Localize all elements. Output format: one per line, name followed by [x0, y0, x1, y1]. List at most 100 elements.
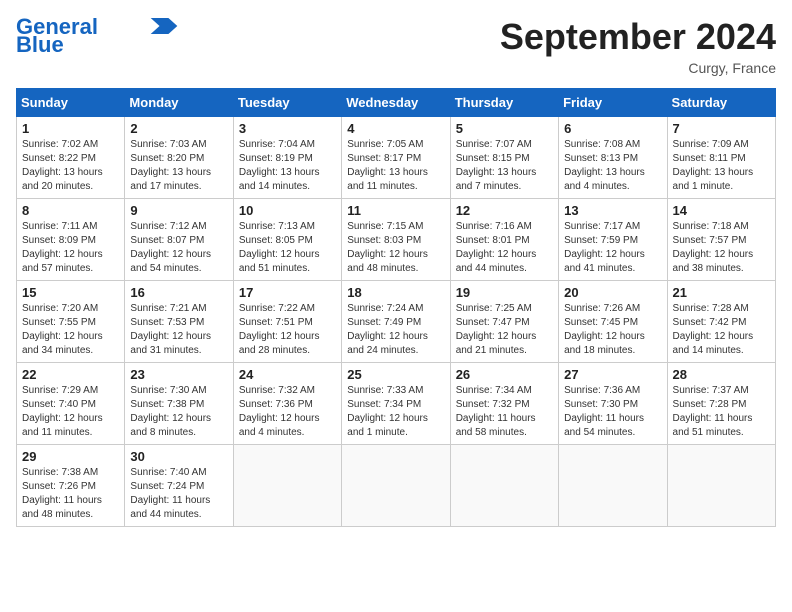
day-number: 12: [456, 203, 553, 218]
day-info: Sunrise: 7:04 AMSunset: 8:19 PMDaylight:…: [239, 139, 320, 192]
calendar-cell: 12 Sunrise: 7:16 AMSunset: 8:01 PMDaylig…: [450, 199, 558, 281]
calendar-cell: 29 Sunrise: 7:38 AMSunset: 7:26 PMDaylig…: [17, 445, 125, 527]
logo-icon: [150, 18, 178, 34]
calendar-cell: [667, 445, 775, 527]
day-info: Sunrise: 7:02 AMSunset: 8:22 PMDaylight:…: [22, 139, 103, 192]
day-info: Sunrise: 7:28 AMSunset: 7:42 PMDaylight:…: [673, 303, 754, 356]
calendar-cell: 27 Sunrise: 7:36 AMSunset: 7:30 PMDaylig…: [559, 363, 667, 445]
col-thursday: Thursday: [450, 89, 558, 117]
page-header: General Blue September 2024 Curgy, Franc…: [16, 16, 776, 76]
calendar-cell: 14 Sunrise: 7:18 AMSunset: 7:57 PMDaylig…: [667, 199, 775, 281]
day-number: 29: [22, 449, 119, 464]
day-number: 2: [130, 121, 227, 136]
calendar-cell: 5 Sunrise: 7:07 AMSunset: 8:15 PMDayligh…: [450, 117, 558, 199]
day-info: Sunrise: 7:17 AMSunset: 7:59 PMDaylight:…: [564, 221, 645, 274]
day-info: Sunrise: 7:32 AMSunset: 7:36 PMDaylight:…: [239, 385, 320, 438]
calendar-cell: 24 Sunrise: 7:32 AMSunset: 7:36 PMDaylig…: [233, 363, 341, 445]
day-number: 21: [673, 285, 770, 300]
calendar-cell: 19 Sunrise: 7:25 AMSunset: 7:47 PMDaylig…: [450, 281, 558, 363]
calendar-cell: 30 Sunrise: 7:40 AMSunset: 7:24 PMDaylig…: [125, 445, 233, 527]
day-info: Sunrise: 7:12 AMSunset: 8:07 PMDaylight:…: [130, 221, 211, 274]
calendar-cell: 18 Sunrise: 7:24 AMSunset: 7:49 PMDaylig…: [342, 281, 450, 363]
day-number: 25: [347, 367, 444, 382]
day-number: 28: [673, 367, 770, 382]
calendar-cell: 22 Sunrise: 7:29 AMSunset: 7:40 PMDaylig…: [17, 363, 125, 445]
day-info: Sunrise: 7:26 AMSunset: 7:45 PMDaylight:…: [564, 303, 645, 356]
day-info: Sunrise: 7:16 AMSunset: 8:01 PMDaylight:…: [456, 221, 537, 274]
day-number: 16: [130, 285, 227, 300]
day-number: 14: [673, 203, 770, 218]
calendar-cell: 10 Sunrise: 7:13 AMSunset: 8:05 PMDaylig…: [233, 199, 341, 281]
calendar-cell: 13 Sunrise: 7:17 AMSunset: 7:59 PMDaylig…: [559, 199, 667, 281]
month-title: September 2024: [500, 16, 776, 58]
day-info: Sunrise: 7:08 AMSunset: 8:13 PMDaylight:…: [564, 139, 645, 192]
calendar-row: 8 Sunrise: 7:11 AMSunset: 8:09 PMDayligh…: [17, 199, 776, 281]
day-number: 23: [130, 367, 227, 382]
day-info: Sunrise: 7:33 AMSunset: 7:34 PMDaylight:…: [347, 385, 428, 438]
calendar-cell: 17 Sunrise: 7:22 AMSunset: 7:51 PMDaylig…: [233, 281, 341, 363]
day-number: 20: [564, 285, 661, 300]
day-number: 7: [673, 121, 770, 136]
calendar-row: 29 Sunrise: 7:38 AMSunset: 7:26 PMDaylig…: [17, 445, 776, 527]
calendar-cell: 3 Sunrise: 7:04 AMSunset: 8:19 PMDayligh…: [233, 117, 341, 199]
day-number: 26: [456, 367, 553, 382]
calendar-cell: 21 Sunrise: 7:28 AMSunset: 7:42 PMDaylig…: [667, 281, 775, 363]
calendar-cell: 15 Sunrise: 7:20 AMSunset: 7:55 PMDaylig…: [17, 281, 125, 363]
day-number: 11: [347, 203, 444, 218]
day-info: Sunrise: 7:40 AMSunset: 7:24 PMDaylight:…: [130, 467, 210, 520]
calendar-cell: 1 Sunrise: 7:02 AMSunset: 8:22 PMDayligh…: [17, 117, 125, 199]
calendar-row: 22 Sunrise: 7:29 AMSunset: 7:40 PMDaylig…: [17, 363, 776, 445]
calendar-cell: 11 Sunrise: 7:15 AMSunset: 8:03 PMDaylig…: [342, 199, 450, 281]
day-info: Sunrise: 7:24 AMSunset: 7:49 PMDaylight:…: [347, 303, 428, 356]
logo-subtext: Blue: [16, 34, 64, 56]
calendar-cell: [342, 445, 450, 527]
day-info: Sunrise: 7:05 AMSunset: 8:17 PMDaylight:…: [347, 139, 428, 192]
calendar-table: Sunday Monday Tuesday Wednesday Thursday…: [16, 88, 776, 527]
day-info: Sunrise: 7:22 AMSunset: 7:51 PMDaylight:…: [239, 303, 320, 356]
day-number: 10: [239, 203, 336, 218]
calendar-cell: [559, 445, 667, 527]
day-number: 19: [456, 285, 553, 300]
day-info: Sunrise: 7:36 AMSunset: 7:30 PMDaylight:…: [564, 385, 644, 438]
col-saturday: Saturday: [667, 89, 775, 117]
calendar-cell: 26 Sunrise: 7:34 AMSunset: 7:32 PMDaylig…: [450, 363, 558, 445]
calendar-cell: 9 Sunrise: 7:12 AMSunset: 8:07 PMDayligh…: [125, 199, 233, 281]
day-number: 24: [239, 367, 336, 382]
day-info: Sunrise: 7:13 AMSunset: 8:05 PMDaylight:…: [239, 221, 320, 274]
col-sunday: Sunday: [17, 89, 125, 117]
calendar-row: 1 Sunrise: 7:02 AMSunset: 8:22 PMDayligh…: [17, 117, 776, 199]
calendar-row: 15 Sunrise: 7:20 AMSunset: 7:55 PMDaylig…: [17, 281, 776, 363]
logo: General Blue: [16, 16, 178, 56]
day-number: 8: [22, 203, 119, 218]
title-block: September 2024 Curgy, France: [500, 16, 776, 76]
calendar-cell: [233, 445, 341, 527]
day-number: 3: [239, 121, 336, 136]
day-info: Sunrise: 7:20 AMSunset: 7:55 PMDaylight:…: [22, 303, 103, 356]
calendar-cell: 6 Sunrise: 7:08 AMSunset: 8:13 PMDayligh…: [559, 117, 667, 199]
day-number: 1: [22, 121, 119, 136]
day-info: Sunrise: 7:03 AMSunset: 8:20 PMDaylight:…: [130, 139, 211, 192]
day-info: Sunrise: 7:30 AMSunset: 7:38 PMDaylight:…: [130, 385, 211, 438]
day-info: Sunrise: 7:37 AMSunset: 7:28 PMDaylight:…: [673, 385, 753, 438]
calendar-cell: 2 Sunrise: 7:03 AMSunset: 8:20 PMDayligh…: [125, 117, 233, 199]
day-number: 18: [347, 285, 444, 300]
calendar-cell: 16 Sunrise: 7:21 AMSunset: 7:53 PMDaylig…: [125, 281, 233, 363]
day-info: Sunrise: 7:34 AMSunset: 7:32 PMDaylight:…: [456, 385, 536, 438]
day-number: 30: [130, 449, 227, 464]
location: Curgy, France: [500, 60, 776, 76]
day-number: 17: [239, 285, 336, 300]
day-info: Sunrise: 7:18 AMSunset: 7:57 PMDaylight:…: [673, 221, 754, 274]
calendar-cell: 4 Sunrise: 7:05 AMSunset: 8:17 PMDayligh…: [342, 117, 450, 199]
day-number: 13: [564, 203, 661, 218]
calendar-cell: 8 Sunrise: 7:11 AMSunset: 8:09 PMDayligh…: [17, 199, 125, 281]
col-monday: Monday: [125, 89, 233, 117]
calendar-cell: 28 Sunrise: 7:37 AMSunset: 7:28 PMDaylig…: [667, 363, 775, 445]
day-number: 22: [22, 367, 119, 382]
calendar-cell: 20 Sunrise: 7:26 AMSunset: 7:45 PMDaylig…: [559, 281, 667, 363]
day-info: Sunrise: 7:07 AMSunset: 8:15 PMDaylight:…: [456, 139, 537, 192]
day-info: Sunrise: 7:25 AMSunset: 7:47 PMDaylight:…: [456, 303, 537, 356]
day-number: 6: [564, 121, 661, 136]
day-number: 27: [564, 367, 661, 382]
calendar-cell: 25 Sunrise: 7:33 AMSunset: 7:34 PMDaylig…: [342, 363, 450, 445]
col-wednesday: Wednesday: [342, 89, 450, 117]
